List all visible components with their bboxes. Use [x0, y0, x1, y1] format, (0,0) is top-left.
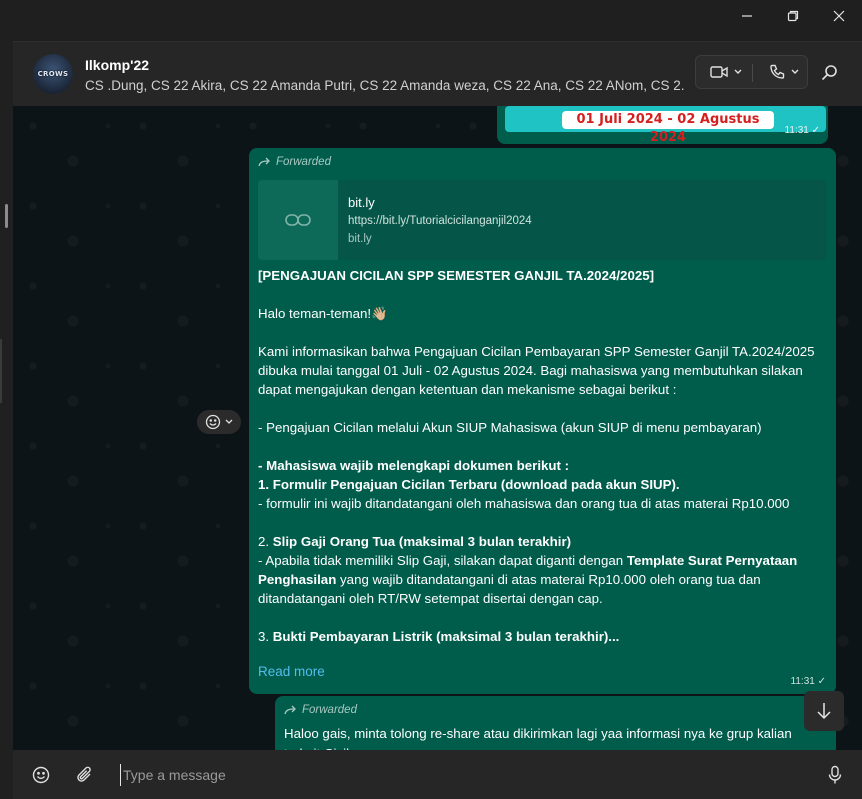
date-banner: 01 Juli 2024 - 02 Agustus 2024 — [562, 111, 774, 145]
message-bubble-main[interactable]: Forwarded bit.ly https://bit.ly/Tutorial… — [249, 148, 836, 694]
forwarded-label: Forwarded — [258, 156, 331, 168]
forwarded-text: Forwarded — [276, 156, 331, 168]
rail-divider — [0, 339, 2, 403]
minimize-button[interactable] — [724, 0, 770, 32]
message-time: 11:31 ✓ — [790, 676, 826, 687]
chevron-down-icon — [791, 69, 799, 74]
avatar-logo-text: CROWS — [37, 70, 69, 78]
microphone-button[interactable] — [824, 764, 846, 786]
emoji-button[interactable] — [30, 764, 52, 786]
text-siup: - Pengajuan Cicilan melalui Akun SIUP Ma… — [258, 420, 762, 435]
forwarded-text: Forwarded — [302, 704, 357, 716]
group-avatar[interactable]: CROWS — [33, 54, 73, 94]
message-text: Haloo gais, minta tolong re-share atau d… — [284, 726, 792, 750]
scroll-to-bottom-button[interactable] — [804, 691, 844, 731]
text-intro: Kami informasikan bahwa Pengajuan Cicila… — [258, 344, 815, 397]
close-button[interactable] — [816, 0, 862, 32]
arrow-down-icon — [817, 703, 831, 720]
text-doc-2: Slip Gaji Orang Tua (maksimal 3 bulan te… — [272, 534, 572, 549]
chevron-down-icon — [734, 69, 742, 74]
group-name[interactable]: Ilkomp'22 — [85, 57, 149, 73]
text-doc-3-num: 3. — [258, 629, 273, 644]
group-members[interactable]: CS .Dung, CS 22 Akira, CS 22 Amanda Putr… — [85, 78, 685, 93]
text-doc-1: 1. Formulir Pengajuan Cicilan Terbaru (d… — [258, 477, 680, 492]
emoji-icon — [32, 766, 50, 784]
link-thumbnail — [258, 180, 338, 260]
link-title: bit.ly — [348, 195, 375, 210]
reaction-button[interactable] — [197, 410, 241, 434]
emoji-icon — [205, 414, 221, 430]
text-greeting: Halo teman-teman!👋🏼 — [258, 306, 388, 321]
search-button[interactable] — [821, 64, 843, 86]
message-time: 11:31 ✓ — [784, 125, 820, 136]
text-doc-2-note-a: - Apabila tidak memiliki Slip Gaji, sila… — [258, 553, 627, 568]
message-bubble-second[interactable]: Forwarded Haloo gais, minta tolong re-sh… — [275, 696, 836, 750]
whatsapp-window: CROWS Ilkomp'22 CS .Dung, CS 22 Akira, C… — [0, 0, 862, 799]
minimize-icon — [742, 15, 752, 17]
text-heading: [PENGAJUAN CICILAN SPP SEMESTER GANJIL T… — [258, 268, 655, 283]
link-url[interactable]: https://bit.ly/Tutorialcicilanganjil2024 — [348, 215, 532, 227]
link-domain: bit.ly — [348, 233, 372, 245]
left-rail — [0, 41, 13, 799]
search-icon — [821, 65, 837, 81]
message-input[interactable] — [120, 764, 800, 786]
compose-bar — [13, 750, 862, 799]
chevron-down-icon — [225, 419, 233, 424]
link-icon — [285, 214, 311, 226]
forwarded-label: Forwarded — [284, 704, 357, 716]
video-camera-icon — [710, 66, 728, 78]
title-bar — [0, 0, 862, 41]
chat-header[interactable]: CROWS Ilkomp'22 CS .Dung, CS 22 Akira, C… — [13, 41, 862, 106]
message-bubble-image[interactable]: 01 Juli 2024 - 02 Agustus 2024 11:31 ✓ — [497, 106, 828, 145]
text-doc-3: Bukti Pembayaran Listrik (maksimal 3 bul… — [272, 629, 620, 644]
voice-call-button[interactable] — [764, 56, 804, 88]
forward-icon — [258, 157, 270, 167]
image-preview[interactable]: 01 Juli 2024 - 02 Agustus 2024 — [505, 106, 826, 145]
chat-messages[interactable]: 01 Juli 2024 - 02 Agustus 2024 11:31 ✓ F… — [13, 106, 862, 750]
restore-icon — [787, 10, 799, 22]
video-call-button[interactable] — [706, 56, 746, 88]
call-buttons — [695, 55, 808, 89]
forward-icon — [284, 705, 296, 715]
attach-button[interactable] — [74, 764, 96, 786]
read-more-link[interactable]: Read more — [258, 664, 325, 679]
text-doc-2-num: 2. — [258, 534, 273, 549]
text-documents-heading: - Mahasiswa wajib melengkapi dokumen ber… — [258, 458, 570, 473]
text-doc-1-note: - formulir ini wajib ditandatangani oleh… — [258, 496, 790, 511]
paperclip-icon — [77, 766, 91, 782]
rail-scroll-indicator[interactable] — [5, 204, 8, 228]
restore-button[interactable] — [770, 0, 816, 32]
microphone-icon — [828, 765, 842, 784]
message-text: [PENGAJUAN CICILAN SPP SEMESTER GANJIL T… — [258, 266, 830, 646]
phone-icon — [770, 64, 785, 79]
close-icon — [833, 10, 845, 22]
call-divider — [752, 64, 753, 82]
link-preview[interactable]: bit.ly https://bit.ly/Tutorialcicilangan… — [258, 180, 827, 260]
